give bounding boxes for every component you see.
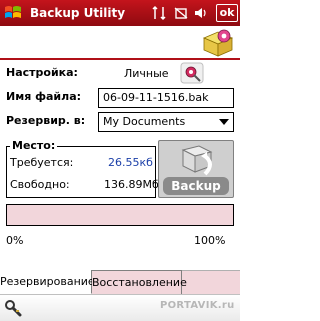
- free-label: Свободно:: [10, 178, 70, 191]
- progress-bar: [6, 204, 234, 226]
- volume-icon[interactable]: [193, 5, 209, 21]
- required-label: Требуется:: [10, 156, 74, 169]
- sync-icon[interactable]: [173, 5, 189, 21]
- watermark: PORTAVIK.ru: [160, 300, 235, 311]
- app-title: Backup Utility: [30, 6, 126, 20]
- settings-label: Настройка:: [6, 66, 78, 79]
- gear-icon[interactable]: [180, 62, 204, 84]
- tab-restore[interactable]: Восстановление: [92, 270, 187, 294]
- filename-label: Имя файла:: [6, 90, 82, 103]
- app-logo-icon: [202, 29, 234, 57]
- backup-arrow-icon: [181, 145, 213, 176]
- backup-location-value: My Documents: [103, 115, 186, 128]
- tab-backup[interactable]: Резервирование: [0, 270, 95, 294]
- settings-value: Личные: [124, 67, 169, 80]
- title-bar: Backup Utility ok: [0, 0, 240, 26]
- backup-button[interactable]: Backup: [158, 140, 234, 198]
- ok-button[interactable]: ok: [216, 4, 238, 22]
- filename-input[interactable]: 06-09-11-1516.bak: [98, 88, 234, 108]
- windows-logo-icon[interactable]: [3, 3, 23, 23]
- signal-icon[interactable]: [152, 5, 168, 21]
- backup-button-label: Backup: [163, 177, 229, 195]
- space-legend: Место:: [10, 139, 58, 153]
- progress-min-label: 0%: [6, 234, 24, 247]
- required-value: 26.55кб: [108, 156, 153, 169]
- tools-icon[interactable]: [4, 299, 22, 317]
- progress-max-label: 100%: [194, 234, 226, 247]
- backup-location-select[interactable]: My Documents: [98, 112, 234, 132]
- chevron-down-icon: [219, 119, 229, 125]
- free-value: 136.89Мб: [104, 178, 159, 191]
- backup-to-label: Резервир. в:: [6, 114, 86, 127]
